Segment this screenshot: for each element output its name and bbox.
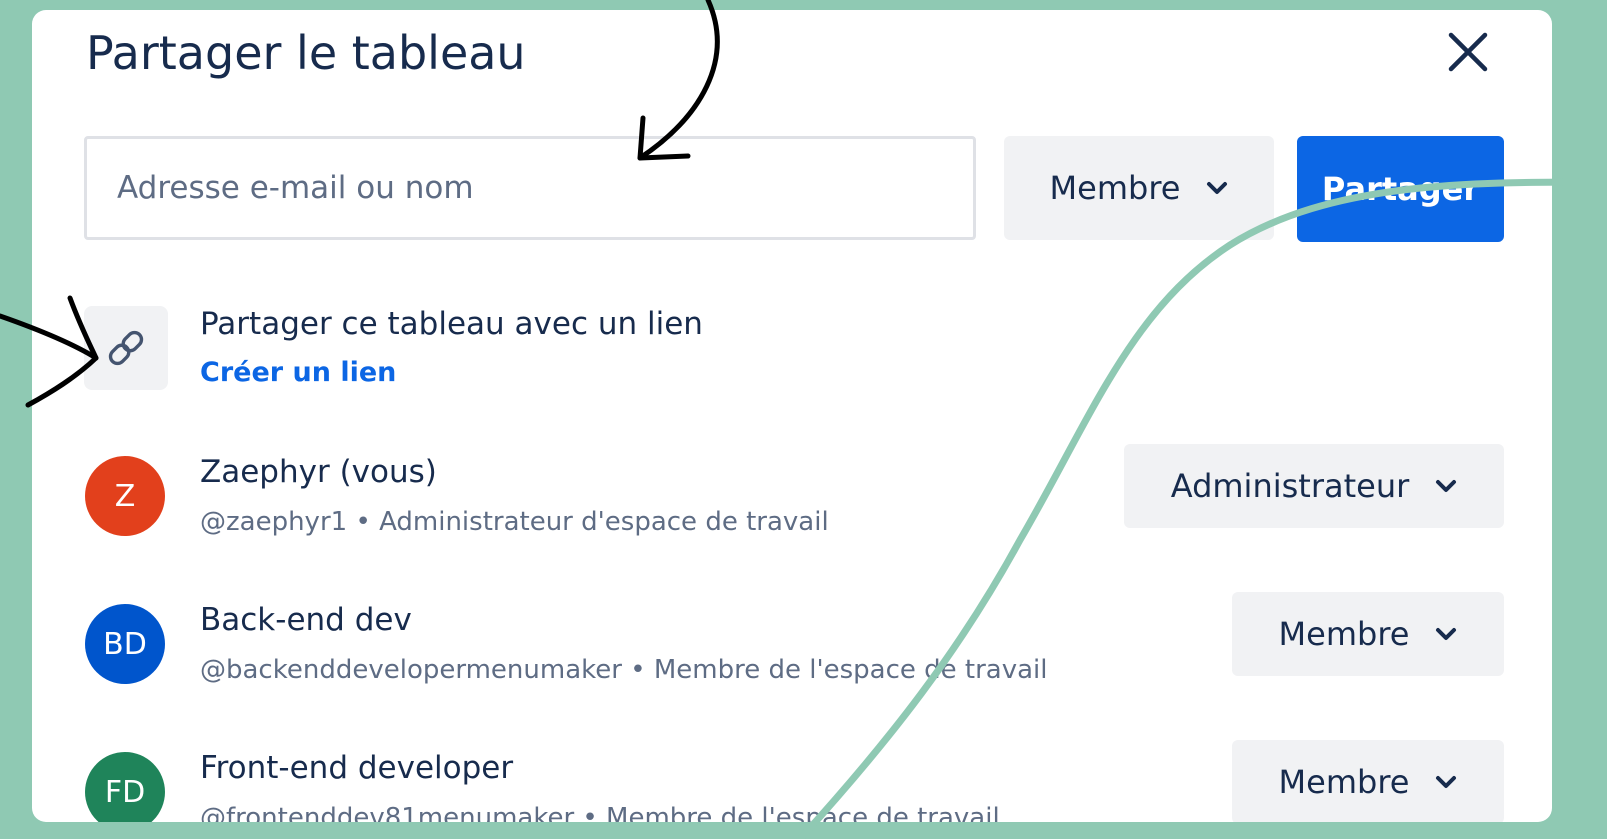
separator-dot: • <box>355 507 371 537</box>
member-workspace-role: Membre de l'espace de travail <box>606 803 1000 822</box>
member-role-select[interactable]: Administrateur <box>1124 444 1504 528</box>
member-details: @zaephyr1 • Administrateur d'espace de t… <box>200 507 829 537</box>
link-icon <box>84 306 168 390</box>
member-details: @backenddevelopermenumaker • Membre de l… <box>200 655 1047 685</box>
member-details: @frontenddev81menumaker • Membre de l'es… <box>200 803 1000 822</box>
member-handle: @zaephyr1 <box>200 507 348 537</box>
member-name: Zaephyr (vous) <box>200 454 437 490</box>
member-name: Front-end developer <box>200 750 514 786</box>
member-handle: @frontenddev81menumaker <box>200 803 575 822</box>
member-name: Back-end dev <box>200 602 412 638</box>
member-role-select[interactable]: Membre <box>1232 592 1504 676</box>
member-workspace-role: Administrateur d'espace de travail <box>379 507 829 537</box>
member-role-label: Membre <box>1278 615 1410 653</box>
close-icon <box>1448 32 1488 72</box>
share-button[interactable]: Partager <box>1297 136 1504 242</box>
member-role-label: Membre <box>1278 763 1410 801</box>
share-board-dialog: Partager le tableau Membre Partager Part… <box>32 10 1552 822</box>
close-button[interactable] <box>1444 28 1492 76</box>
member-role-label: Administrateur <box>1170 467 1410 505</box>
invite-role-select[interactable]: Membre <box>1004 136 1274 240</box>
chevron-down-icon <box>1206 181 1228 195</box>
chevron-down-icon <box>1435 479 1457 493</box>
email-or-name-input[interactable] <box>84 136 976 240</box>
invite-role-label: Membre <box>1049 169 1181 207</box>
avatar: Z <box>85 456 165 536</box>
separator-dot: • <box>582 803 598 822</box>
avatar: FD <box>85 752 165 822</box>
avatar: BD <box>85 604 165 684</box>
member-role-select[interactable]: Membre <box>1232 740 1504 822</box>
separator-dot: • <box>630 655 646 685</box>
dialog-title: Partager le tableau <box>86 26 526 80</box>
share-link-title: Partager ce tableau avec un lien <box>200 306 703 342</box>
chevron-down-icon <box>1435 627 1457 641</box>
chevron-down-icon <box>1435 775 1457 789</box>
create-link-button[interactable]: Créer un lien <box>200 357 396 388</box>
member-workspace-role: Membre de l'espace de travail <box>653 655 1048 685</box>
member-handle: @backenddevelopermenumaker <box>200 655 622 685</box>
